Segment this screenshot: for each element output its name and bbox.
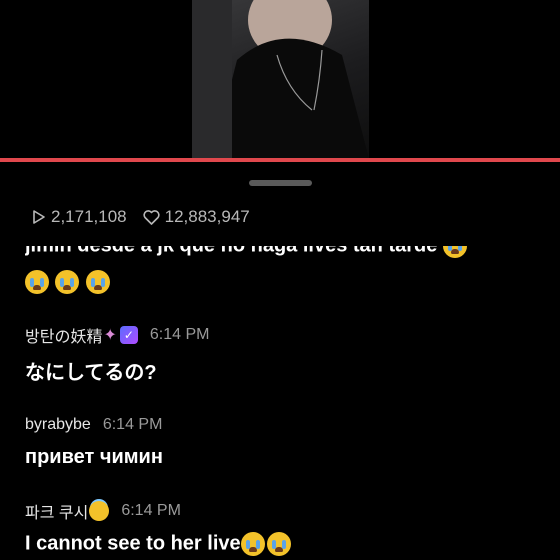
live-video-frame[interactable] [192, 0, 369, 159]
crying-emoji-icon [25, 270, 49, 294]
comment-header: 파크 쿠시 6:14 PM [25, 500, 293, 522]
comment-username[interactable]: byrabybe [25, 416, 91, 434]
comment-item: 파크 쿠시 6:14 PM I cannot see to her live [25, 500, 293, 556]
comment-item: 방탄の妖精 ✦ ✓ 6:14 PM なにしてるの? [25, 324, 209, 385]
likes-count: 12,883,947 [164, 207, 250, 226]
crying-emoji-icon [55, 270, 80, 294]
heart-icon [143, 209, 160, 225]
stats-row: 2,171,108 12,883,947 [32, 206, 250, 228]
crying-emoji-icon [85, 270, 110, 294]
comment-time: 6:14 PM [102, 416, 163, 433]
fairy-emoji-icon: ✦ [103, 327, 117, 344]
crying-emoji-icon [442, 246, 467, 258]
comment-time: 6:14 PM [121, 502, 181, 519]
likes-stat: 12,883,947 [143, 207, 250, 227]
views-count: 2,171,108 [51, 207, 127, 226]
video-content-image [192, 0, 369, 159]
comment-text-row: I cannot see to her live [25, 532, 293, 556]
play-icon [33, 210, 45, 224]
crying-emoji-icon [266, 532, 291, 556]
comment-time: 6:14 PM [149, 326, 210, 343]
halo-emoji-icon [89, 501, 110, 521]
comment-header: byrabybe 6:14 PM [25, 414, 163, 436]
comment-emojis [25, 270, 112, 294]
comment-text: jimin desde a jk que no haga lives tan t… [25, 246, 469, 258]
comment-username[interactable]: 방탄の妖精 [25, 323, 102, 347]
verified-badge-icon: ✓ [119, 326, 138, 344]
comment-item: byrabybe 6:14 PM привет чимин [25, 414, 163, 469]
comment-header: 방탄の妖精 ✦ ✓ 6:14 PM [25, 324, 209, 346]
video-player[interactable] [0, 0, 560, 159]
sheet-drag-handle[interactable] [249, 180, 312, 186]
crying-emoji-icon [240, 532, 265, 556]
comment-text: なにしてるの? [25, 362, 157, 384]
comment-list[interactable]: jimin desde a jk que no haga lives tan t… [0, 238, 560, 560]
progress-bar[interactable] [0, 158, 560, 162]
comment-text: привет чимин [25, 446, 163, 468]
comment-username[interactable]: 파크 쿠시 [25, 499, 88, 523]
views-stat: 2,171,108 [32, 207, 127, 227]
comment-text: I cannot see to her live [25, 532, 241, 555]
